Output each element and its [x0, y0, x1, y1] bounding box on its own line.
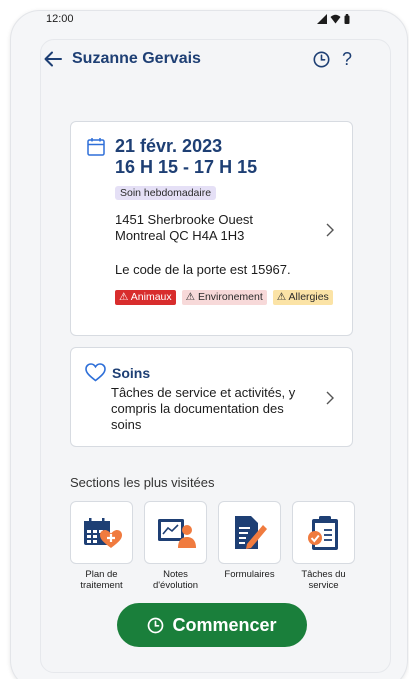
tile-progress-notes[interactable]: Notes d'évolution	[144, 501, 207, 591]
clock-icon	[148, 617, 164, 633]
visit-date: 21 févr. 2023	[115, 136, 223, 156]
back-arrow-icon[interactable]	[44, 49, 64, 69]
form-edit-icon	[234, 515, 267, 549]
tile-label: Notes d'évolution	[152, 569, 199, 591]
start-button-label: Commencer	[172, 614, 277, 635]
tile-forms[interactable]: Formulaires	[218, 501, 281, 591]
visit-time-range: 16 H 15 - 17 H 15	[115, 157, 258, 177]
care-card[interactable]: Soins Tâches de service et activités, y …	[70, 347, 353, 447]
heart-icon	[85, 363, 106, 382]
start-button[interactable]: Commencer	[117, 603, 307, 647]
tile-label: Plan de traitement	[80, 569, 123, 591]
progress-notes-icon	[157, 518, 196, 548]
status-time: 12:00	[46, 13, 74, 25]
patient-name: Suzanne Gervais	[72, 50, 201, 67]
calendar-plus-icon	[83, 517, 122, 548]
alert-badge-environment[interactable]: ⚠ Environement	[181, 290, 267, 305]
status-icons	[317, 14, 350, 24]
care-description: Tâches de service et activités, y compri…	[111, 385, 296, 432]
warning-icon: ⚠	[119, 291, 129, 303]
chevron-right-icon[interactable]	[325, 222, 335, 238]
help-button[interactable]: ?	[342, 50, 352, 68]
tile-treatment-plan[interactable]: Plan de traitement	[70, 501, 133, 591]
visit-card[interactable]: 21 févr. 2023 16 H 15 - 17 H 15 Soin heb…	[70, 121, 353, 336]
visit-address: 1451 Sherbrooke Ouest Montreal QC H4A 1H…	[115, 212, 253, 244]
warning-icon: ⚠	[276, 291, 287, 303]
calendar-icon	[87, 138, 105, 156]
alert-badge-animals[interactable]: ⚠ Animaux	[115, 290, 176, 305]
signal-icon	[317, 14, 327, 24]
care-title: Soins	[112, 364, 151, 381]
alert-badge-allergies[interactable]: ⚠ Allergies	[272, 290, 333, 305]
battery-icon	[344, 14, 350, 24]
address-line-1: 1451 Sherbrooke Ouest	[115, 212, 254, 227]
tile-service-tasks[interactable]: Tâches du service	[292, 501, 355, 591]
door-code: Le code de la porte est 15967.	[115, 262, 291, 277]
frequency-tag: Soin hebdomadaire	[115, 186, 217, 200]
warning-icon: ⚠	[185, 291, 196, 303]
chevron-right-icon[interactable]	[325, 390, 335, 406]
history-clock-icon[interactable]	[313, 51, 330, 68]
shortcut-tiles: Plan de traitement Notes d'évolution For	[70, 501, 355, 591]
tile-label: Tâches du service	[301, 569, 346, 591]
wifi-icon	[330, 14, 341, 24]
tile-label: Formulaires	[224, 569, 275, 580]
section-heading: Sections les plus visitées	[70, 475, 215, 490]
app-header: Suzanne Gervais ?	[44, 47, 352, 71]
clipboard-check-icon	[307, 515, 338, 550]
alert-badges: ⚠ Animaux ⚠ Environement ⚠ Allergies	[115, 290, 345, 305]
status-bar: 12:00	[46, 12, 350, 26]
address-line-2: Montreal QC H4A 1H3	[115, 228, 245, 243]
